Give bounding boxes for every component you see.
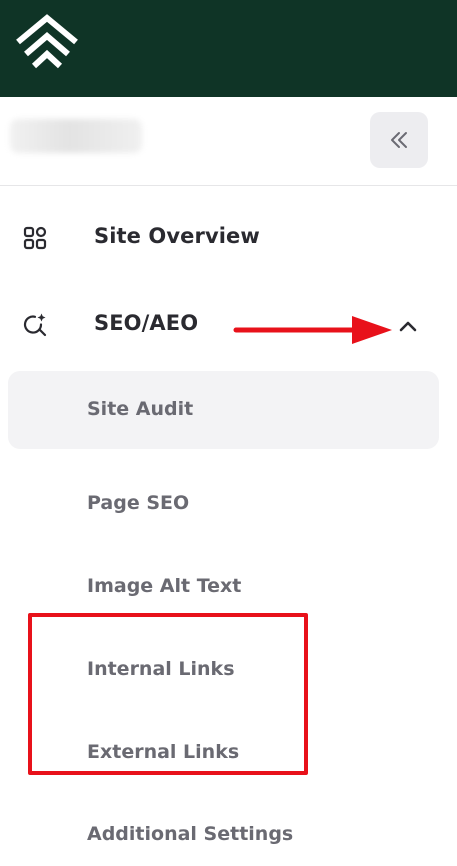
grid-icon <box>23 226 47 250</box>
submenu-item-label: Image Alt Text <box>87 575 242 597</box>
account-row <box>0 97 457 186</box>
brand-logo-icon[interactable] <box>12 14 82 72</box>
submenu-item-image-alt-text[interactable]: Image Alt Text <box>0 558 457 618</box>
account-name-blurred[interactable] <box>10 119 142 153</box>
collapse-sidebar-button[interactable] <box>370 112 428 168</box>
nav-item-label: SEO/AEO <box>94 311 199 335</box>
double-chevron-left-icon <box>391 132 407 148</box>
annotation-highlight-box <box>28 613 308 775</box>
chevron-up-icon[interactable] <box>396 314 420 338</box>
submenu-item-site-audit[interactable]: Site Audit <box>8 371 439 449</box>
submenu-item-label: Site Audit <box>87 398 194 420</box>
divider <box>0 185 457 186</box>
annotation-arrow-icon <box>233 316 392 344</box>
submenu-item-additional-settings[interactable]: Additional Settings <box>0 806 457 866</box>
submenu-item-label: Additional Settings <box>87 823 294 845</box>
nav-item-site-overview[interactable]: Site Overview <box>0 209 457 269</box>
top-header <box>0 0 457 97</box>
submenu-item-label: Page SEO <box>87 492 190 514</box>
submenu-item-page-seo[interactable]: Page SEO <box>0 475 457 535</box>
nav-item-label: Site Overview <box>94 224 260 248</box>
search-sparkle-icon <box>23 313 47 337</box>
